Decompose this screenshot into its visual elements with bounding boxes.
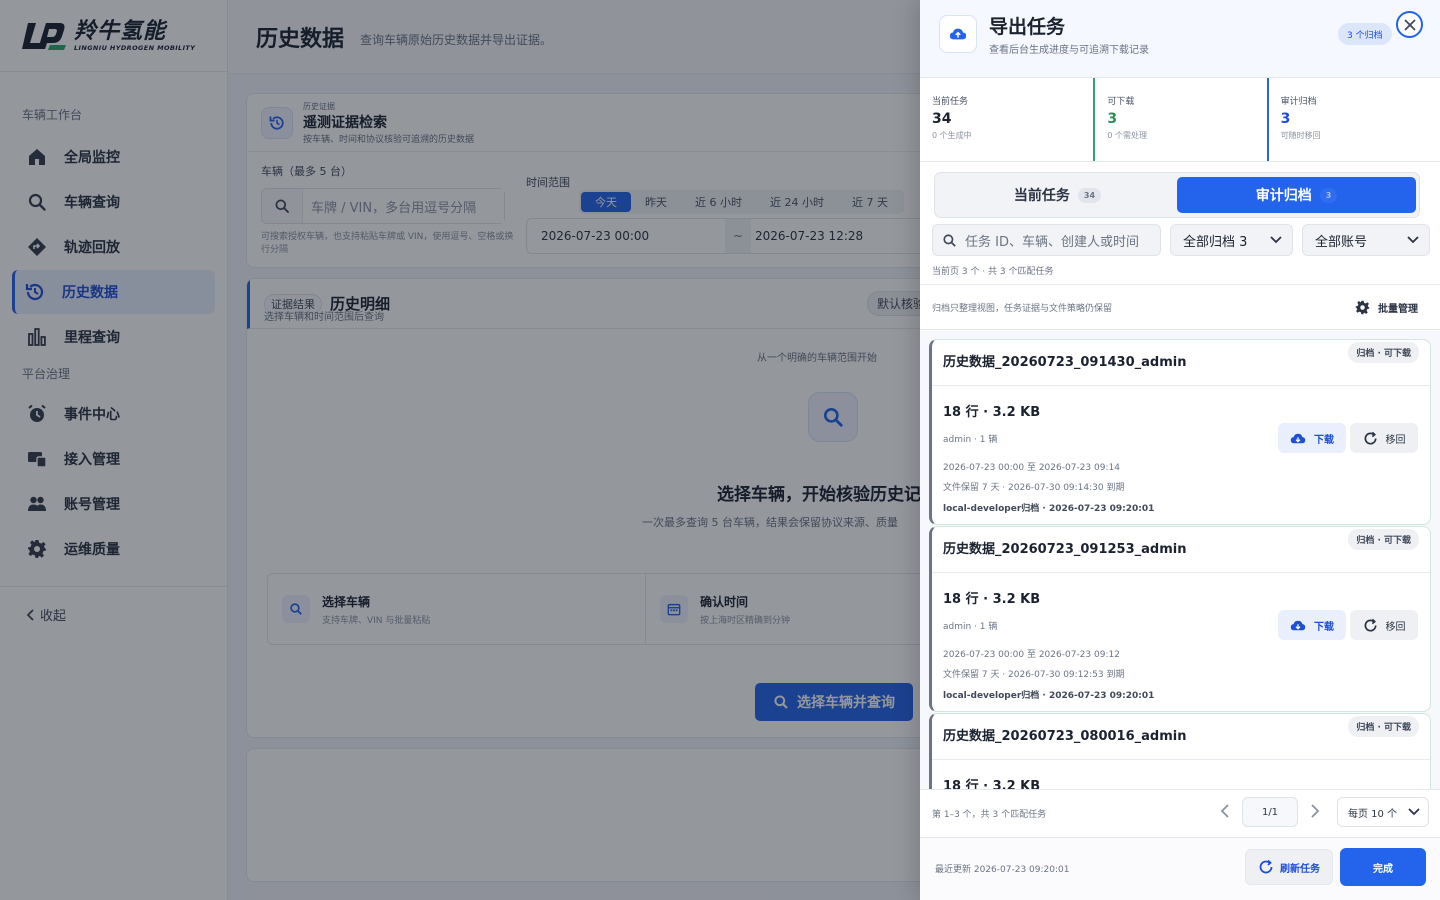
task-owner: admin · 1 辆 <box>943 622 998 632</box>
task-card[interactable]: 历史数据_20260723_091430_admin 归档 · 可下载 18 行… <box>929 339 1431 525</box>
archive-note: 归档只整理视图，任务证据与文件策略仍保留 <box>932 303 1113 314</box>
task-archived-by: local-developer归档 · 2026-07-23 09:20:01 <box>943 504 1155 514</box>
archive-note-bar: 归档只整理视图，任务证据与文件策略仍保留 批量管理 <box>920 284 1440 330</box>
match-count: 当前页 3 个 · 共 3 个匹配任务 <box>932 267 1054 277</box>
drawer-title: 导出任务 <box>989 16 1066 38</box>
chevron-left-icon <box>1220 804 1229 818</box>
cloud-download-icon <box>1290 620 1306 630</box>
task-status-tag: 归档 · 可下载 <box>1348 716 1419 737</box>
done-button[interactable]: 完成 <box>1340 848 1426 886</box>
cloud-upload-icon <box>939 15 977 53</box>
stat-label: 当前任务 <box>932 97 969 107</box>
task-owner: admin · 1 辆 <box>943 435 998 445</box>
move-back-button[interactable]: 移回 <box>1350 423 1418 453</box>
stat-label: 可下载 <box>1107 97 1135 107</box>
stat-audit-archive: 审计归档 3 可随时移回 <box>1266 78 1440 161</box>
chevron-down-icon <box>1407 236 1419 244</box>
page-size-value: 每页 10 个 <box>1348 808 1398 820</box>
task-name: 历史数据_20260723_091430_admin <box>943 355 1187 370</box>
batch-manage-button[interactable]: 批量管理 <box>1355 300 1418 315</box>
task-card[interactable]: 历史数据_20260723_091253_admin 归档 · 可下载 18 行… <box>929 526 1431 712</box>
task-size: 18 行 · 3.2 KB <box>943 592 1041 607</box>
archive-filter-select[interactable]: 全部归档 3 <box>1170 224 1293 256</box>
task-status-tag: 归档 · 可下载 <box>1348 529 1419 550</box>
batch-label: 批量管理 <box>1378 303 1418 315</box>
task-search-input[interactable]: 任务 ID、车辆、创建人或时间 <box>932 224 1161 256</box>
chevron-right-icon <box>1311 804 1320 818</box>
task-stats: 当前任务 34 0 个生成中 可下载 3 0 个需处理 审计归档 3 可随时移回 <box>920 78 1440 162</box>
refresh-tasks-button[interactable]: 刷新任务 <box>1245 849 1333 885</box>
download-label: 下载 <box>1314 434 1334 446</box>
search-placeholder: 任务 ID、车辆、创建人或时间 <box>965 234 1139 250</box>
task-card[interactable]: 历史数据_20260723_080016_admin 归档 · 可下载 18 行… <box>929 713 1431 789</box>
archive-count-badge: 3 个归档 <box>1338 23 1392 45</box>
search-icon <box>942 233 957 248</box>
refresh-icon <box>1364 618 1377 631</box>
account-filter-select[interactable]: 全部账号 <box>1302 224 1430 256</box>
drawer-footer: 最近更新 2026-07-23 09:20:01 刷新任务 完成 <box>920 837 1440 900</box>
tab-label: 审计归档 <box>1255 188 1312 204</box>
chevron-down-icon <box>1408 808 1420 816</box>
task-view-tabs: 当前任务 34 审计归档 3 <box>934 172 1420 218</box>
move-back-button[interactable]: 移回 <box>1350 610 1418 640</box>
tab-count: 3 <box>1319 187 1338 203</box>
page-indicator[interactable]: 1/1 <box>1242 797 1298 827</box>
download-button[interactable]: 下载 <box>1278 610 1346 640</box>
prev-page-button[interactable] <box>1213 799 1237 823</box>
task-retention: 文件保留 7 天 · 2026-07-30 09:12:53 到期 <box>943 670 1125 680</box>
drawer-header: 导出任务 查看后台生成进度与可追溯下载记录 3 个归档 <box>920 0 1440 78</box>
task-status-tag: 归档 · 可下载 <box>1348 342 1419 363</box>
pagination: 第 1–3 个，共 3 个匹配任务 1/1 每页 10 个 <box>920 789 1440 837</box>
tab-current-tasks[interactable]: 当前任务 34 <box>938 177 1177 213</box>
gear-icon <box>1355 300 1370 314</box>
refresh-icon <box>1259 859 1273 874</box>
task-size: 18 行 · 3.2 KB <box>943 779 1041 789</box>
tab-count: 34 <box>1077 187 1102 203</box>
next-page-button[interactable] <box>1303 799 1327 823</box>
task-size: 18 行 · 3.2 KB <box>943 405 1041 420</box>
task-list[interactable]: 历史数据_20260723_091430_admin 归档 · 可下载 18 行… <box>920 331 1440 789</box>
task-retention: 文件保留 7 天 · 2026-07-30 09:14:30 到期 <box>943 483 1125 493</box>
last-updated: 最近更新 2026-07-23 09:20:01 <box>935 865 1070 875</box>
refresh-icon <box>1364 431 1377 444</box>
download-label: 下载 <box>1314 621 1334 633</box>
stat-current-tasks: 当前任务 34 0 个生成中 <box>920 78 1093 161</box>
stat-downloadable: 可下载 3 0 个需处理 <box>1093 78 1266 161</box>
tab-label: 当前任务 <box>1013 188 1070 204</box>
stat-note: 0 个需处理 <box>1107 131 1147 140</box>
cloud-download-icon <box>1290 433 1306 443</box>
pagination-summary: 第 1–3 个，共 3 个匹配任务 <box>932 810 1047 820</box>
close-icon <box>1403 18 1416 31</box>
close-button[interactable] <box>1396 11 1423 38</box>
task-range: 2026-07-23 00:00 至 2026-07-23 09:14 <box>943 463 1120 473</box>
select-value: 全部账号 <box>1315 234 1368 250</box>
task-archived-by: local-developer归档 · 2026-07-23 09:20:01 <box>943 691 1155 701</box>
task-name: 历史数据_20260723_091253_admin <box>943 542 1187 557</box>
select-value: 全部归档 3 <box>1183 234 1248 250</box>
download-button[interactable]: 下载 <box>1278 423 1346 453</box>
stat-value: 34 <box>932 111 952 127</box>
stat-value: 3 <box>1280 111 1291 127</box>
stat-value: 3 <box>1107 111 1118 127</box>
stat-label: 审计归档 <box>1280 97 1317 107</box>
refresh-label: 刷新任务 <box>1280 863 1320 875</box>
task-filters: 任务 ID、车辆、创建人或时间 全部归档 3 全部账号 <box>932 224 1430 258</box>
stat-note: 0 个生成中 <box>932 131 972 140</box>
page-size-select[interactable]: 每页 10 个 <box>1337 797 1429 827</box>
export-tasks-drawer: 导出任务 查看后台生成进度与可追溯下载记录 3 个归档 当前任务 34 0 个生… <box>920 0 1440 900</box>
chevron-down-icon <box>1270 236 1282 244</box>
task-range: 2026-07-23 00:00 至 2026-07-23 09:12 <box>943 650 1120 660</box>
task-name: 历史数据_20260723_080016_admin <box>943 729 1187 744</box>
move-back-label: 移回 <box>1385 434 1406 446</box>
modal-overlay[interactable] <box>0 0 920 900</box>
move-back-label: 移回 <box>1385 621 1406 633</box>
drawer-subtitle: 查看后台生成进度与可追溯下载记录 <box>989 45 1149 56</box>
tab-audit-archive[interactable]: 审计归档 3 <box>1177 177 1416 213</box>
stat-note: 可随时移回 <box>1280 131 1321 140</box>
